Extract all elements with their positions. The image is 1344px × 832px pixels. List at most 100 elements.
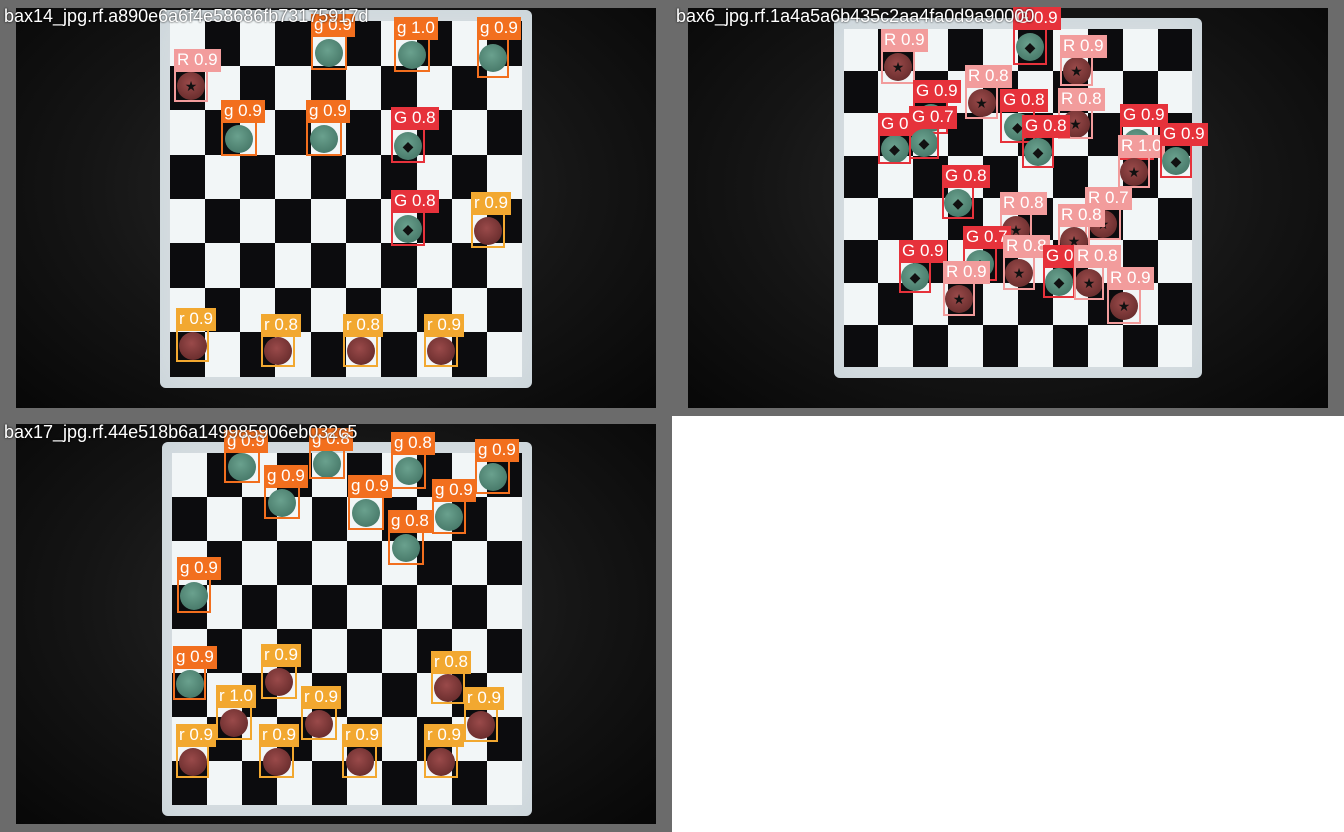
detection-label: r 1.0 [216,685,257,708]
board-square [416,65,452,111]
detection-label: r 0.9 [424,724,465,747]
board-square [843,282,879,325]
detection-box: G 0.8 [1022,115,1070,168]
detection-label: r 0.9 [471,192,512,215]
detection-label: r 0.9 [464,687,505,710]
board-square [241,585,277,629]
board-square [843,240,879,283]
board-square [310,154,346,199]
detection-box: g 0.9 [306,100,350,156]
detection-label: r 0.8 [431,651,472,674]
detection-label: G 0.8 [1000,89,1048,112]
board-square [487,287,523,333]
board-square [346,628,383,673]
board-square [381,243,417,288]
board-square [913,324,949,368]
board-square [345,65,382,111]
detection-box: G 0.7 [909,106,957,159]
board-square [843,155,879,198]
board-square [169,198,205,244]
detection-box: r 0.9 [464,687,505,742]
detection-label: g 0.9 [477,17,521,40]
board-square [382,672,418,717]
board-square [416,243,452,288]
board-square [1157,197,1193,241]
detection-label: g 0.9 [348,475,392,498]
board-square [843,28,879,72]
board-square [487,110,523,155]
detection-box: R 0.9 [943,261,990,316]
board-square [311,541,347,586]
detection-label: g 0.9 [177,557,221,580]
detection-label: R 0.9 [1060,35,1107,58]
detection-label: R 0.9 [943,261,990,284]
board-square [206,760,242,805]
detection-box: r 0.8 [261,314,302,367]
detection-label: r 0.8 [261,314,302,337]
board-square [346,672,383,717]
board-square [1157,282,1193,325]
detection-label: G 0.8 [391,190,439,213]
board-square [275,243,311,288]
board-square [452,541,488,586]
board-square [1157,324,1193,368]
detection-label: G 0.9 [899,240,947,263]
detection-box: r 0.9 [261,644,302,699]
board-square [1052,155,1088,198]
detection-label: r 0.8 [343,314,384,337]
detection-box: R 0.8 [1074,245,1121,300]
detection-label: g 0.9 [221,100,265,123]
board-square [1122,28,1158,72]
board-square [381,287,417,333]
detection-box: R 1.0 [1118,135,1165,188]
board-square [204,332,241,377]
board-square [382,628,418,673]
detection-box: R 0.9 [174,49,221,102]
board-square [381,332,417,377]
detection-box: G 0.9 [1013,7,1061,65]
board-square [345,154,382,199]
board-square [843,197,879,241]
board-square [275,21,311,66]
detection-label: g 0.9 [475,439,519,462]
detection-label: g 0.9 [432,479,476,502]
detection-label: g 0.8 [388,510,432,533]
board-square [311,497,347,542]
board-square [311,628,347,673]
detection-box: g 1.0 [394,17,438,72]
detection-label: r 0.9 [176,724,217,747]
detection-box: r 0.9 [342,724,383,778]
board-square [1157,240,1193,283]
board-square [487,497,523,542]
board-square [240,21,276,66]
detection-box: g 0.9 [177,557,221,613]
board-square [451,110,488,155]
detection-label: R 0.8 [1058,88,1105,111]
board-square [487,332,523,377]
image-filename: bax6_jpg.rf.1a4a5a6b435c2aa4fa0d9a90000 [676,6,1035,26]
board-square [382,585,418,629]
board-square [240,154,276,199]
board-square [345,198,382,244]
board-square [878,197,914,241]
board-square [382,760,418,805]
detection-box: g 0.9 [348,475,392,530]
board-square [275,154,311,199]
detection-box: R 0.8 [1003,235,1050,290]
board-square [310,332,346,377]
image-filename: bax17_jpg.rf.44e518b6a149985906eb032c5 [4,422,358,442]
detection-box: g 0.8 [391,432,435,489]
detection-box: r 0.8 [431,651,472,704]
board-square [451,243,488,288]
board-square [171,497,207,542]
detection-box: r 0.9 [176,724,217,778]
detection-box: G 0.8 [942,165,990,219]
detection-box: r 0.9 [176,308,217,362]
detection-label: R 0.9 [174,49,221,72]
detection-box: G 0.9 [899,240,947,293]
board-square [169,154,205,199]
detection-label: g 0.9 [306,100,350,123]
detection-box: G 0.8 [391,190,439,246]
mosaic-tile-1: bax14_jpg.rf.a890e6a6f4e58686fb73175917d… [0,0,672,416]
detection-box: g 0.9 [221,100,265,156]
